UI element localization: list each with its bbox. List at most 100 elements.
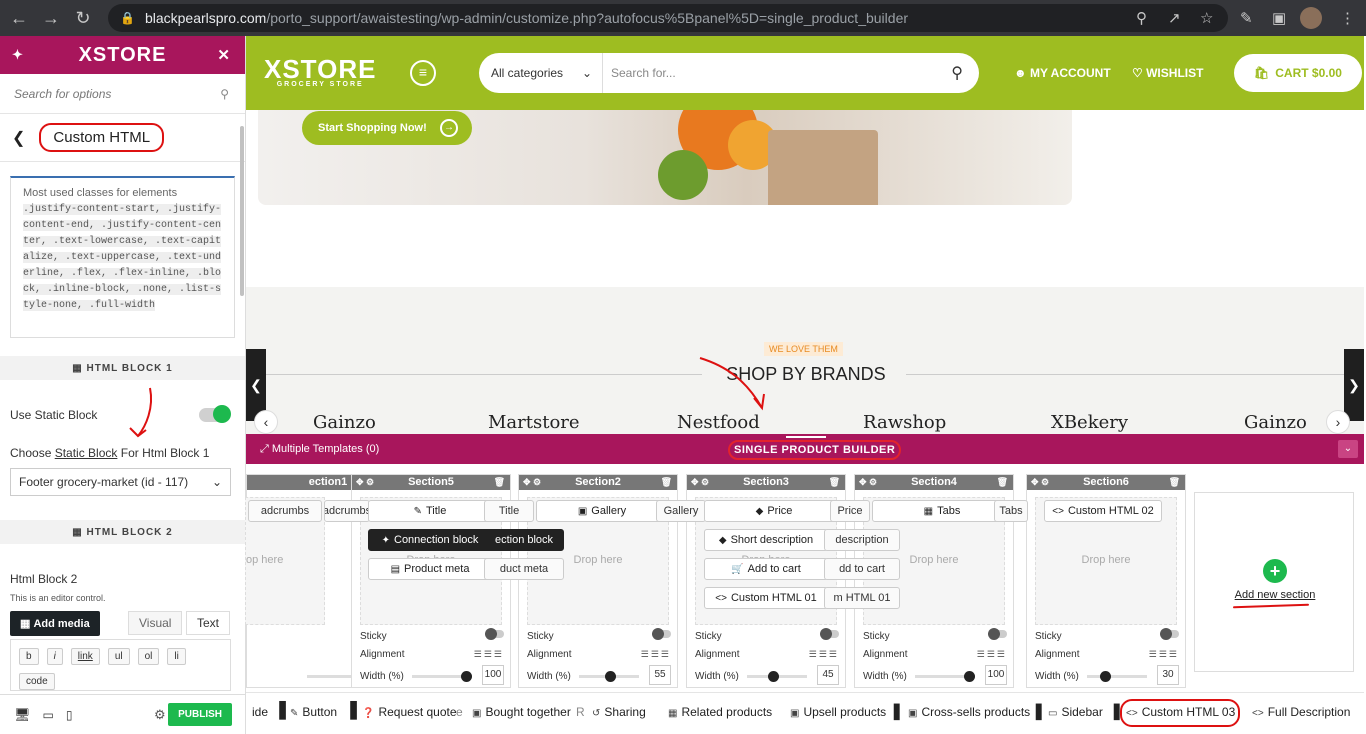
- qt-ul[interactable]: ul: [107, 648, 130, 665]
- static-block-link[interactable]: Static Block: [55, 446, 118, 460]
- move-settings-icon[interactable]: ✥ ⚙: [859, 475, 877, 490]
- width-slider[interactable]: [915, 671, 975, 682]
- trash-icon[interactable]: 🗑: [494, 475, 505, 490]
- move-settings-icon[interactable]: ✥ ⚙: [523, 475, 541, 490]
- element-chip[interactable]: adcrumbs: [248, 500, 322, 522]
- width-slider[interactable]: [579, 671, 639, 682]
- element-chip[interactable]: ✎ Title: [368, 500, 492, 522]
- close-icon[interactable]: ✕: [217, 46, 231, 64]
- sticky-toggle[interactable]: [820, 628, 839, 640]
- brand-item[interactable]: Nestfood: [677, 412, 760, 433]
- element-chip[interactable]: description: [824, 529, 900, 551]
- menu-dots-icon[interactable]: ⋮: [1340, 9, 1355, 27]
- collapse-chevron-icon[interactable]: ⌄: [1338, 440, 1358, 458]
- drag-handle[interactable]: [786, 436, 826, 438]
- drag-bar-icon[interactable]: ❚: [275, 699, 290, 720]
- section-header[interactable]: ✥ ⚙ Section6 🗑: [1027, 475, 1185, 490]
- alignment-icons[interactable]: ☰☰☰: [977, 649, 1007, 660]
- element-upsell-products[interactable]: ▣ Upsell products: [790, 705, 886, 719]
- move-settings-icon[interactable]: ✥ ⚙: [1031, 475, 1049, 490]
- cart-button[interactable]: 🛍 CART $0.00: [1234, 54, 1362, 92]
- trash-icon[interactable]: 🗑: [997, 475, 1008, 490]
- trash-icon[interactable]: 🗑: [661, 475, 672, 490]
- sticky-toggle[interactable]: [652, 628, 671, 640]
- tablet-preview-icon[interactable]: ▭: [43, 708, 54, 722]
- element-request-quote[interactable]: ❓ Request quote: [362, 705, 457, 719]
- element-chip[interactable]: ▦ Tabs: [872, 500, 1012, 522]
- element-item[interactable]: ide: [252, 705, 268, 719]
- settings-gear-icon[interactable]: ⚙: [154, 707, 166, 723]
- use-static-toggle[interactable]: [199, 405, 231, 423]
- zoom-icon[interactable]: ⚲: [1136, 9, 1147, 27]
- qt-li[interactable]: li: [167, 648, 186, 665]
- element-related-products[interactable]: ▦ Related products: [668, 705, 772, 719]
- drag-bar-icon[interactable]: ❚: [1032, 701, 1045, 721]
- multiple-templates-button[interactable]: ⤢ Multiple Templates (0): [260, 443, 379, 456]
- visual-tab[interactable]: Visual: [128, 611, 183, 635]
- move-settings-icon[interactable]: ✥ ⚙: [356, 475, 374, 490]
- search-input[interactable]: Search for...: [603, 66, 951, 80]
- element-full-description[interactable]: <> Full Description: [1252, 705, 1350, 719]
- site-logo[interactable]: XSTORE GROCERY STORE: [264, 54, 376, 88]
- section-header[interactable]: ✥ ⚙ Section4 🗑: [855, 475, 1013, 490]
- width-slider[interactable]: [412, 671, 472, 682]
- element-chip[interactable]: ▤ Product meta: [368, 558, 492, 580]
- publish-button[interactable]: PUBLISH: [168, 703, 232, 726]
- sticky-toggle[interactable]: [1160, 628, 1179, 640]
- alignment-icons[interactable]: ☰☰☰: [809, 649, 839, 660]
- hamburger-menu-icon[interactable]: ≡: [410, 60, 436, 86]
- forward-arrow-icon[interactable]: →: [38, 5, 64, 31]
- drag-bar-icon[interactable]: ❚: [346, 699, 361, 720]
- element-chip[interactable]: ◆ Short description: [704, 529, 828, 551]
- element-chip[interactable]: ▣ Gallery: [536, 500, 668, 522]
- section-header[interactable]: ✥ ⚙ Section2 🗑: [519, 475, 677, 490]
- element-chip[interactable]: adcrumbs: [324, 500, 370, 522]
- brands-prev-icon[interactable]: ‹: [254, 410, 278, 434]
- element-chip[interactable]: duct meta: [484, 558, 564, 580]
- brand-item[interactable]: Gainzo: [313, 412, 376, 433]
- brand-item[interactable]: XBekery: [1051, 412, 1128, 433]
- address-bar[interactable]: 🔒 blackpearlspro.com /porto_support/awai…: [108, 4, 1228, 32]
- element-chip[interactable]: dd to cart: [824, 558, 900, 580]
- share-icon[interactable]: ↗: [1168, 9, 1181, 27]
- element-bought-together[interactable]: ▣ Bought together: [472, 705, 571, 719]
- static-block-select[interactable]: Footer grocery-market (id - 117) ⌄: [10, 468, 231, 496]
- element-chip[interactable]: m HTML 01: [824, 587, 900, 609]
- element-chip[interactable]: 🛒 Add to cart: [704, 558, 828, 580]
- element-chip[interactable]: <> Custom HTML 01: [704, 587, 828, 609]
- element-sharing[interactable]: ↺ Sharing: [592, 705, 646, 719]
- qt-link[interactable]: link: [70, 648, 100, 665]
- text-tab[interactable]: Text: [186, 611, 231, 635]
- element-sidebar[interactable]: ▭ Sidebar: [1048, 705, 1103, 719]
- pin-icon[interactable]: ✦: [12, 47, 24, 63]
- element-chip[interactable]: <> Custom HTML 02: [1044, 500, 1162, 522]
- options-search[interactable]: Search for options ⚲: [0, 74, 245, 114]
- trash-icon[interactable]: 🗑: [829, 475, 840, 490]
- reload-icon[interactable]: ↻: [70, 5, 96, 31]
- alignment-icons[interactable]: ☰☰☰: [1149, 649, 1179, 660]
- alignment-icons[interactable]: ☰☰☰: [641, 649, 671, 660]
- width-slider[interactable]: [747, 671, 807, 682]
- element-chip[interactable]: Title: [484, 500, 534, 522]
- width-input[interactable]: 100: [482, 665, 504, 685]
- element-chip[interactable]: ection block: [484, 529, 564, 551]
- element-chip[interactable]: ◆ Price: [704, 500, 844, 522]
- back-arrow-icon[interactable]: ←: [6, 5, 32, 31]
- slider-next-button[interactable]: ❯: [1344, 349, 1364, 421]
- sticky-toggle[interactable]: [485, 628, 504, 640]
- width-input[interactable]: 30: [1157, 665, 1179, 685]
- trash-icon[interactable]: 🗑: [1169, 475, 1180, 490]
- mobile-preview-icon[interactable]: ▯: [66, 708, 73, 722]
- element-chip[interactable]: Price: [830, 500, 870, 522]
- width-input[interactable]: 100: [985, 665, 1007, 685]
- search-icon[interactable]: ⚲: [951, 63, 963, 83]
- start-shopping-button[interactable]: Start Shopping Now! →: [302, 111, 472, 145]
- qt-code[interactable]: code: [19, 673, 55, 690]
- category-select[interactable]: All categories ⌄: [479, 53, 603, 93]
- profile-avatar[interactable]: [1300, 7, 1322, 29]
- bookmark-star-icon[interactable]: ☆: [1200, 9, 1213, 27]
- element-chip[interactable]: ✦ Connection block: [368, 529, 492, 551]
- width-input[interactable]: 55: [649, 665, 671, 685]
- my-account-link[interactable]: ☻ MY ACCOUNT: [1014, 66, 1111, 80]
- brand-item[interactable]: Gainzo: [1244, 412, 1307, 433]
